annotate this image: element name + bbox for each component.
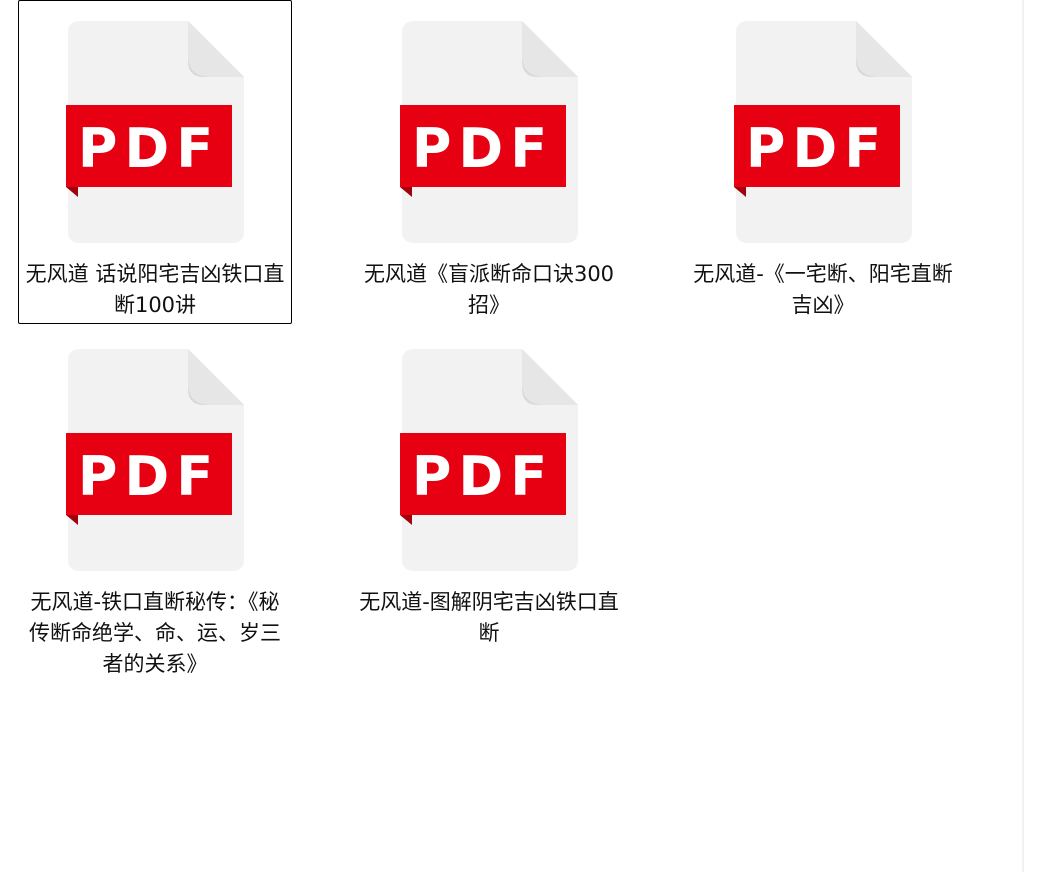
pdf-badge-label: PDF: [412, 445, 554, 508]
file-item-2[interactable]: PDF 无风道《盲派断命口诀300招》: [352, 0, 626, 324]
file-item-1[interactable]: PDF 无风道 话说阳宅吉凶铁口直断100讲: [18, 0, 292, 324]
file-item-3[interactable]: PDF 无风道-《一宅断、阳宅直断吉凶》: [686, 0, 960, 324]
pdf-file-icon: PDF: [66, 347, 246, 573]
pdf-file-icon: PDF: [734, 19, 914, 245]
file-name: 无风道-《一宅断、阳宅直断吉凶》: [693, 262, 953, 317]
pdf-badge-label: PDF: [78, 117, 220, 180]
file-name: 无风道-图解阴宅吉凶铁口直断: [359, 590, 619, 645]
file-item-5[interactable]: PDF 无风道-图解阴宅吉凶铁口直断: [352, 328, 626, 652]
file-name: 无风道《盲派断命口诀300招》: [363, 262, 615, 317]
pdf-badge-label: PDF: [412, 117, 554, 180]
file-grid: PDF 无风道 话说阳宅吉凶铁口直断100讲 PDF 无风道《盲派断命口诀300…: [0, 0, 1020, 872]
file-name: 无风道-铁口直断秘传：《秘传断命绝学、命、运、岁三者的关系》: [29, 590, 281, 676]
pdf-file-icon: PDF: [400, 19, 580, 245]
pdf-file-icon: PDF: [66, 19, 246, 245]
scrollbar-track[interactable]: [1022, 0, 1024, 872]
file-item-4[interactable]: PDF 无风道-铁口直断秘传：《秘传断命绝学、命、运、岁三者的关系》: [18, 328, 292, 688]
file-name: 无风道 话说阳宅吉凶铁口直断100讲: [25, 262, 285, 317]
pdf-file-icon: PDF: [400, 347, 580, 573]
pdf-badge-label: PDF: [746, 117, 888, 180]
pdf-badge-label: PDF: [78, 445, 220, 508]
